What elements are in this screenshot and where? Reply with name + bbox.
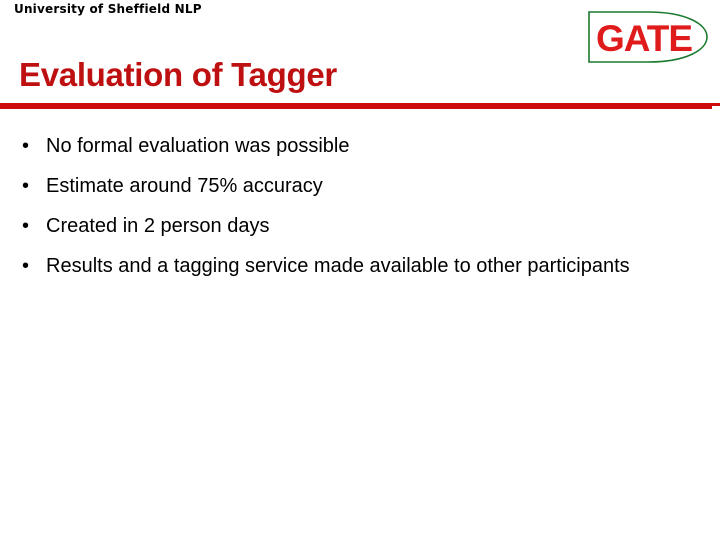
list-item-label: Estimate around 75% accuracy [46, 175, 323, 197]
list-item-label: Results and a tagging service made avail… [46, 255, 630, 277]
list-item: • Results and a tagging service made ava… [18, 251, 678, 281]
list-item: • No formal evaluation was possible [18, 131, 678, 161]
slide-canvas: University of Sheffield NLP GATE Evaluat… [0, 0, 720, 540]
bullet-point-icon: • [22, 255, 30, 277]
title-divider-notch [712, 106, 720, 109]
list-item: • Created in 2 person days [18, 211, 678, 241]
list-item-label: No formal evaluation was possible [46, 135, 350, 157]
gate-logo-text: GATE [596, 18, 692, 59]
gate-logo: GATE [586, 9, 710, 65]
department-header: University of Sheffield NLP [14, 2, 202, 16]
list-item-label: Created in 2 person days [46, 215, 270, 237]
bullet-list: • No formal evaluation was possible • Es… [18, 131, 678, 281]
title-divider-rule [0, 103, 720, 109]
bullet-point-icon: • [22, 175, 30, 197]
list-item: • Estimate around 75% accuracy [18, 171, 678, 201]
bullet-point-icon: • [22, 215, 30, 237]
page-title: Evaluation of Tagger [19, 56, 337, 93]
bullet-point-icon: • [22, 135, 30, 157]
